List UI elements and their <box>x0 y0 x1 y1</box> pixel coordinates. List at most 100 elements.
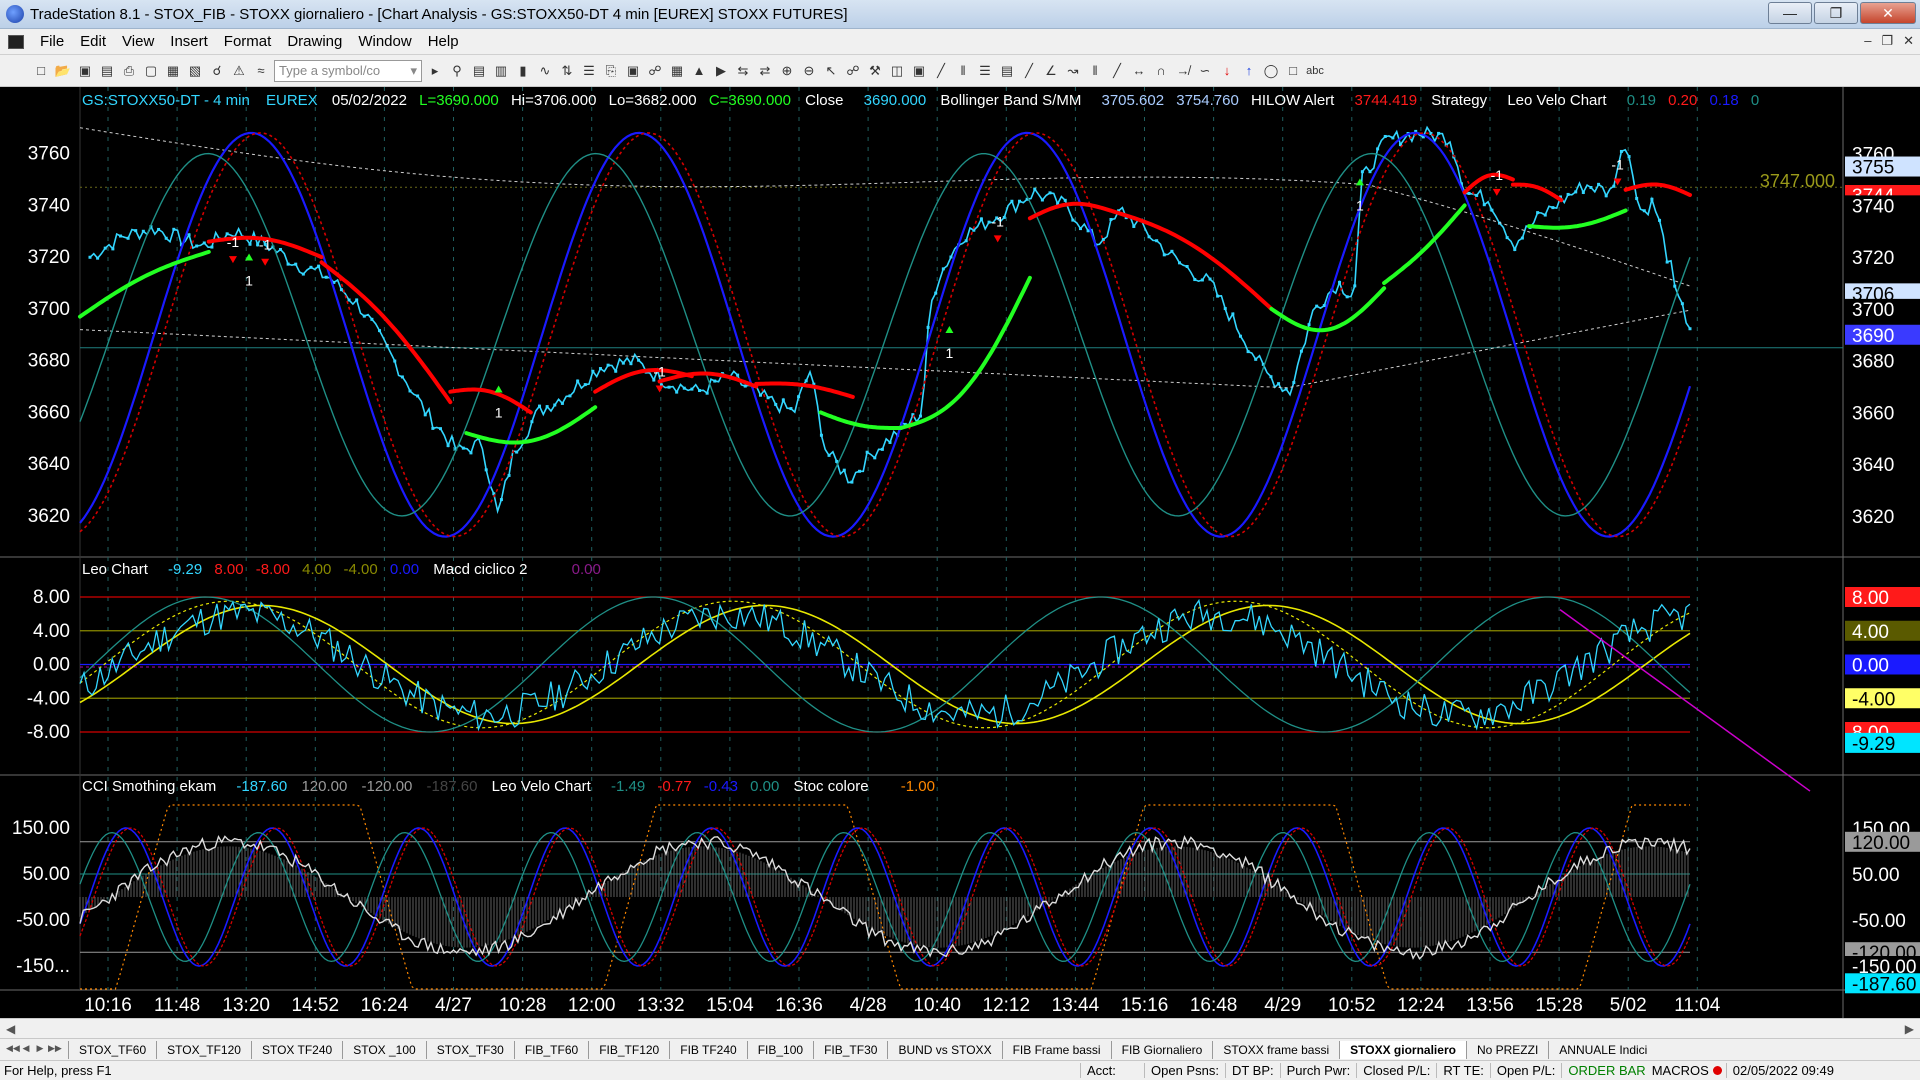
lock-icon[interactable]: ☌ <box>208 62 226 80</box>
tab-fib-tf30[interactable]: FIB_TF30 <box>813 1040 887 1059</box>
strategy-icon[interactable]: ⇅ <box>558 62 576 80</box>
tab-stox-tf30[interactable]: STOX_TF30 <box>425 1040 514 1059</box>
menu-insert[interactable]: Insert <box>162 33 216 50</box>
curve-icon[interactable]: ∽ <box>1196 62 1214 80</box>
mdi-restore-button[interactable]: ❐ <box>1881 33 1893 49</box>
scroll-right-icon[interactable]: ⇄ <box>756 62 774 80</box>
radar-icon[interactable]: ▧ <box>186 62 204 80</box>
alert-icon[interactable]: ⚠ <box>230 62 248 80</box>
copy-icon[interactable]: ⎘ <box>602 62 620 80</box>
strategy-marker-label: 1 <box>946 345 954 361</box>
lookup-icon[interactable]: ⚲ <box>448 62 466 80</box>
mdi-minimize-button[interactable]: – <box>1864 33 1871 49</box>
line-chart-icon[interactable]: ▥ <box>492 62 510 80</box>
matrix-icon[interactable]: ▦ <box>668 62 686 80</box>
tab-stox-tf120[interactable]: STOX_TF120 <box>156 1040 251 1059</box>
tick-icon[interactable]: ▲ <box>690 62 708 80</box>
menu-window[interactable]: Window <box>350 33 419 50</box>
mdi-close-button[interactable]: ✕ <box>1903 33 1914 49</box>
format-icon[interactable]: ☰ <box>580 62 598 80</box>
link-icon[interactable]: ☍ <box>646 62 664 80</box>
ellipse-icon[interactable]: ◯ <box>1262 62 1280 80</box>
tab-stox-tf60[interactable]: STOX_TF60 <box>68 1040 156 1059</box>
tab-fib-tf240[interactable]: FIB TF240 <box>669 1040 746 1059</box>
minimize-button[interactable]: — <box>1768 2 1812 24</box>
menu-file[interactable]: File <box>32 33 72 50</box>
gann-icon[interactable]: ∠ <box>1042 62 1060 80</box>
vertical-line-icon[interactable]: ‖ <box>954 62 972 80</box>
chart-analysis-window[interactable]: -1 -1 1 1 -1 1 -1 1 -1 -1 10:16 11:48 13:20 14:52 16:… <box>0 87 1920 1018</box>
trendline-icon[interactable]: ╱ <box>932 62 950 80</box>
symbol-input[interactable]: Type a symbol/co ▾ <box>274 59 422 82</box>
first-tab-icon[interactable]: ◀◀ <box>6 1043 20 1057</box>
tab-stox-tf240[interactable]: STOX TF240 <box>250 1040 342 1059</box>
tab-stoxx-giornaliero[interactable]: STOXX giornaliero <box>1339 1040 1466 1059</box>
fib-icon[interactable]: ▤ <box>998 62 1016 80</box>
next-tab-icon[interactable]: ▶ <box>34 1043 46 1057</box>
tab-stox-100[interactable]: STOX _100 <box>342 1040 425 1059</box>
workspace-icon[interactable]: ▤ <box>98 62 116 80</box>
status-order-bar[interactable]: ORDER BAR <box>1561 1063 1651 1078</box>
status-macros[interactable]: MACROS <box>1652 1063 1709 1078</box>
horizontal-scrollbar[interactable]: ◀ ▶ <box>0 1018 1920 1038</box>
chart-window-icon[interactable] <box>8 34 24 49</box>
last-tab-icon[interactable]: ▶▶ <box>48 1043 62 1057</box>
price-bar <box>530 420 534 424</box>
print-preview-icon[interactable]: ▢ <box>142 62 160 80</box>
maximize-button[interactable]: ❐ <box>1814 2 1858 24</box>
channel-icon[interactable]: ╱ <box>1020 62 1038 80</box>
regression-icon[interactable]: ╱ <box>1108 62 1126 80</box>
data-tip-icon[interactable]: ☍ <box>844 62 862 80</box>
tab-stoxx-frame-bassi[interactable]: STOXX frame bassi <box>1212 1040 1339 1059</box>
zoom-in-icon[interactable]: ⊕ <box>778 62 796 80</box>
bar-chart-icon[interactable]: ▤ <box>470 62 488 80</box>
tab-fib-frame-bassi[interactable]: FIB Frame bassi <box>1001 1040 1111 1059</box>
scroll-left-arrow-icon[interactable]: ◀ <box>6 1022 15 1036</box>
cycle-icon[interactable]: ∩ <box>1152 62 1170 80</box>
down-arrow-icon[interactable]: ↓ <box>1218 62 1236 80</box>
rectangle-icon[interactable]: □ <box>1284 62 1302 80</box>
menu-edit[interactable]: Edit <box>72 33 114 50</box>
prev-tab-icon[interactable]: ◀ <box>20 1043 32 1057</box>
chart-canvas[interactable]: -1 -1 1 1 -1 1 -1 1 -1 -1 10:16 11:48 13:20 14:52 16:… <box>0 87 1920 1018</box>
tab-no-prezzi[interactable]: No PREZZI <box>1465 1040 1548 1059</box>
speed-lines-icon[interactable]: ↝ <box>1064 62 1082 80</box>
pointer-icon[interactable]: ↖ <box>822 62 840 80</box>
news-icon[interactable]: ▣ <box>910 62 928 80</box>
up-arrow-icon[interactable]: ↑ <box>1240 62 1258 80</box>
andrews-icon[interactable]: ‖ <box>1086 62 1104 80</box>
analysis-icon[interactable]: ◫ <box>888 62 906 80</box>
signal-icon[interactable]: ≈ <box>252 62 270 80</box>
tab-annuale-indici[interactable]: ANNUALE Indici <box>1548 1040 1657 1059</box>
menu-help[interactable]: Help <box>420 33 467 50</box>
menu-format[interactable]: Format <box>216 33 280 50</box>
zoom-out-icon[interactable]: ⊖ <box>800 62 818 80</box>
order-icon[interactable]: ▶ <box>712 62 730 80</box>
horizontal-line-icon[interactable]: ☰ <box>976 62 994 80</box>
tools-icon[interactable]: ⚒ <box>866 62 884 80</box>
tab-fib-giornaliero[interactable]: FIB Giornaliero <box>1110 1040 1213 1059</box>
text-icon[interactable]: abc <box>1306 62 1324 80</box>
open-icon[interactable]: 📂 <box>54 62 72 80</box>
tab-fib-100[interactable]: FIB_100 <box>746 1040 813 1059</box>
go-arrow-icon[interactable]: ▸ <box>426 62 444 80</box>
print-icon[interactable]: ⎙ <box>120 62 138 80</box>
time-axis-label: 16:24 <box>361 995 409 1016</box>
menu-drawing[interactable]: Drawing <box>279 33 350 50</box>
tab-fib-tf60[interactable]: FIB_TF60 <box>513 1040 588 1059</box>
chevron-down-icon[interactable]: ▾ <box>410 63 417 79</box>
close-button[interactable]: ✕ <box>1860 2 1916 24</box>
arrow-both-icon[interactable]: ↔ <box>1130 62 1148 80</box>
tab-bund-vs-stoxx[interactable]: BUND vs STOXX <box>887 1040 1001 1059</box>
tab-fib-tf120[interactable]: FIB_TF120 <box>588 1040 669 1059</box>
menu-view[interactable]: View <box>114 33 162 50</box>
fan-icon[interactable]: ↛ <box>1174 62 1192 80</box>
window-icon[interactable]: ▣ <box>624 62 642 80</box>
scroll-left-icon[interactable]: ⇆ <box>734 62 752 80</box>
chart-icon[interactable]: ▦ <box>164 62 182 80</box>
candle-icon[interactable]: ▮ <box>514 62 532 80</box>
save-icon[interactable]: ▣ <box>76 62 94 80</box>
indicator-icon[interactable]: ∿ <box>536 62 554 80</box>
scroll-right-arrow-icon[interactable]: ▶ <box>1905 1022 1914 1036</box>
new-icon[interactable]: □ <box>32 62 50 80</box>
